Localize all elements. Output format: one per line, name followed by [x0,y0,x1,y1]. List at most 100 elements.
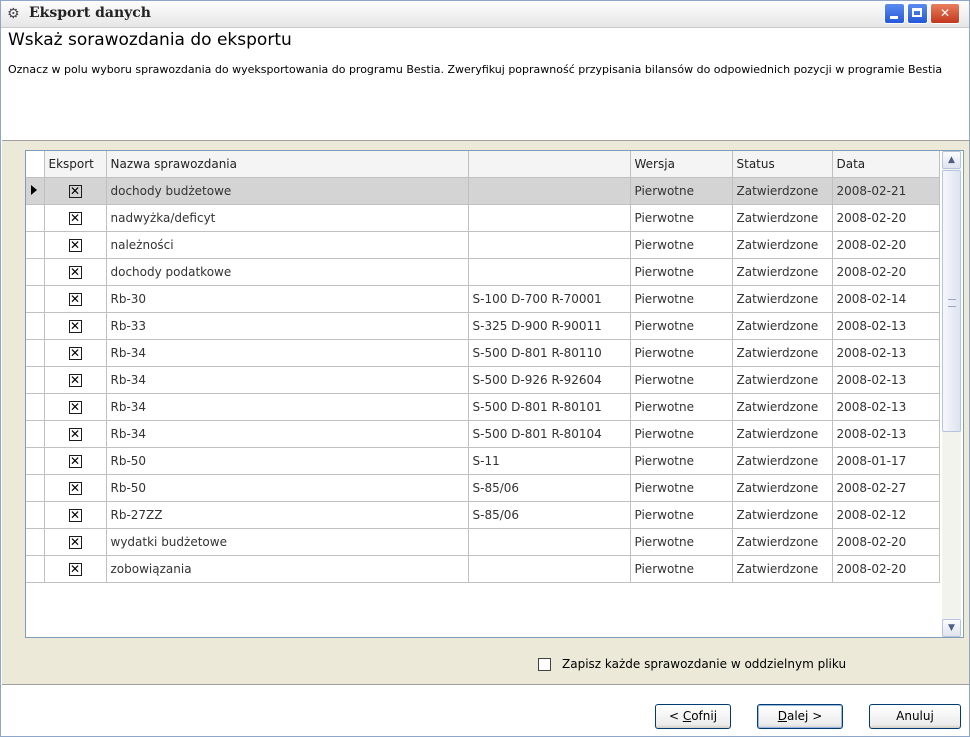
export-checkbox-cell[interactable]: ✕ [44,447,107,475]
date-cell[interactable]: 2008-02-20 [832,204,940,232]
vertical-scrollbar[interactable]: ▲ ▼ [942,151,961,637]
next-button[interactable]: Dalej > [757,704,843,729]
table-row[interactable]: ✕ Rb-50 S-85/06 Pierwotne Zatwierdzone 2008-0… [26,474,940,502]
version-cell[interactable]: Pierwotne [630,204,733,232]
export-checkbox-cell[interactable]: ✕ [44,393,107,421]
report-name-cell[interactable]: Rb-34 [106,366,469,394]
export-checkbox[interactable]: ✕ [68,373,82,387]
status-cell[interactable]: Zatwierdzone [732,501,833,529]
export-checkbox-cell[interactable]: ✕ [44,501,107,529]
export-checkbox[interactable]: ✕ [68,211,82,225]
export-checkbox[interactable]: ✕ [68,481,82,495]
status-cell[interactable]: Zatwierdzone [732,339,833,367]
export-checkbox-cell[interactable]: ✕ [44,285,107,313]
report-name-cell[interactable]: Rb-27ZZ [106,501,469,529]
report-name-cell[interactable]: Rb-30 [106,285,469,313]
row-selector[interactable] [26,501,45,529]
report-code-cell[interactable]: S-85/06 [468,474,631,502]
row-selector[interactable] [26,231,45,259]
table-row[interactable]: ✕ Rb-50 S-11 Pierwotne Zatwierdzone 2008-01-1… [26,447,940,475]
report-name-cell[interactable]: Rb-33 [106,312,469,340]
date-cell[interactable]: 2008-02-13 [832,312,940,340]
export-checkbox-cell[interactable]: ✕ [44,312,107,340]
status-cell[interactable]: Zatwierdzone [732,204,833,232]
title-bar[interactable]: ⚙ Eksport danych ✕ [1,1,969,28]
export-checkbox[interactable]: ✕ [68,319,82,333]
table-row[interactable]: ✕ Rb-34 S-500 D-801 R-80104 Pierwotne Zatwie… [26,420,940,448]
export-checkbox-cell[interactable]: ✕ [44,177,107,205]
export-checkbox[interactable]: ✕ [68,535,82,549]
scroll-down-button[interactable]: ▼ [942,619,961,637]
export-checkbox-cell[interactable]: ✕ [44,366,107,394]
row-selector[interactable] [26,177,45,205]
version-cell[interactable]: Pierwotne [630,501,733,529]
date-cell[interactable]: 2008-02-13 [832,420,940,448]
export-checkbox[interactable]: ✕ [68,238,82,252]
export-checkbox[interactable]: ✕ [68,184,82,198]
date-cell[interactable]: 2008-02-13 [832,393,940,421]
date-cell[interactable]: 2008-02-20 [832,528,940,556]
scroll-up-button[interactable]: ▲ [942,151,961,169]
report-code-cell[interactable]: S-500 D-926 R-92604 [468,366,631,394]
report-name-cell[interactable]: dochody budżetowe [106,177,469,205]
row-selector[interactable] [26,420,45,448]
report-name-cell[interactable]: Rb-34 [106,339,469,367]
close-button[interactable]: ✕ [930,3,960,24]
row-selector[interactable] [26,312,45,340]
table-row[interactable]: ✕ Rb-33 S-325 D-900 R-90011 Pierwotne Zatwie… [26,312,940,340]
row-selector[interactable] [26,447,45,475]
report-code-cell[interactable]: S-11 [468,447,631,475]
table-row[interactable]: ✕ zobowiązania Pierwotne Zatwierdzone 2008-0… [26,555,940,583]
status-cell[interactable]: Zatwierdzone [732,258,833,286]
report-name-cell[interactable]: Rb-34 [106,393,469,421]
version-cell[interactable]: Pierwotne [630,231,733,259]
date-cell[interactable]: 2008-02-20 [832,555,940,583]
table-row[interactable]: ✕ Rb-30 S-100 D-700 R-70001 Pierwotne Zatwie… [26,285,940,313]
report-name-cell[interactable]: dochody podatkowe [106,258,469,286]
separate-file-label[interactable]: Zapisz każde sprawozdanie w oddzielnym p… [562,657,846,671]
col-version[interactable]: Wersja [630,151,733,178]
export-checkbox-cell[interactable]: ✕ [44,339,107,367]
row-selector[interactable] [26,339,45,367]
export-checkbox-cell[interactable]: ✕ [44,204,107,232]
status-cell[interactable]: Zatwierdzone [732,474,833,502]
date-cell[interactable]: 2008-02-13 [832,366,940,394]
export-checkbox-cell[interactable]: ✕ [44,231,107,259]
version-cell[interactable]: Pierwotne [630,528,733,556]
status-cell[interactable]: Zatwierdzone [732,528,833,556]
row-selector[interactable] [26,366,45,394]
status-cell[interactable]: Zatwierdzone [732,447,833,475]
table-row[interactable]: ✕ Rb-34 S-500 D-801 R-80101 Pierwotne Zatwie… [26,393,940,421]
row-selector[interactable] [26,528,45,556]
back-button[interactable]: < Cofnij [655,704,731,729]
table-row[interactable]: ✕ wydatki budżetowe Pierwotne Zatwierdzone 2… [26,528,940,556]
status-cell[interactable]: Zatwierdzone [732,312,833,340]
col-report-name[interactable]: Nazwa sprawozdania [106,151,469,178]
date-cell[interactable]: 2008-02-13 [832,339,940,367]
report-code-cell[interactable]: S-325 D-900 R-90011 [468,312,631,340]
version-cell[interactable]: Pierwotne [630,474,733,502]
report-code-cell[interactable] [468,555,631,583]
date-cell[interactable]: 2008-02-20 [832,258,940,286]
report-name-cell[interactable]: nadwyżka/deficyt [106,204,469,232]
status-cell[interactable]: Zatwierdzone [732,366,833,394]
scroll-thumb[interactable] [942,170,961,432]
table-row[interactable]: ✕ Rb-34 S-500 D-801 R-80110 Pierwotne Zatwie… [26,339,940,367]
version-cell[interactable]: Pierwotne [630,177,733,205]
row-selector[interactable] [26,555,45,583]
status-cell[interactable]: Zatwierdzone [732,393,833,421]
export-checkbox-cell[interactable]: ✕ [44,420,107,448]
report-code-cell[interactable] [468,528,631,556]
status-cell[interactable]: Zatwierdzone [732,177,833,205]
status-cell[interactable]: Zatwierdzone [732,420,833,448]
report-code-cell[interactable]: S-500 D-801 R-80101 [468,393,631,421]
col-code[interactable] [468,151,631,178]
export-checkbox[interactable]: ✕ [68,292,82,306]
export-checkbox[interactable]: ✕ [68,265,82,279]
row-selector[interactable] [26,393,45,421]
row-selector[interactable] [26,285,45,313]
export-checkbox[interactable]: ✕ [68,427,82,441]
report-code-cell[interactable] [468,258,631,286]
report-code-cell[interactable] [468,177,631,205]
table-row[interactable]: ✕ należności Pierwotne Zatwierdzone 2008-02-… [26,231,940,259]
